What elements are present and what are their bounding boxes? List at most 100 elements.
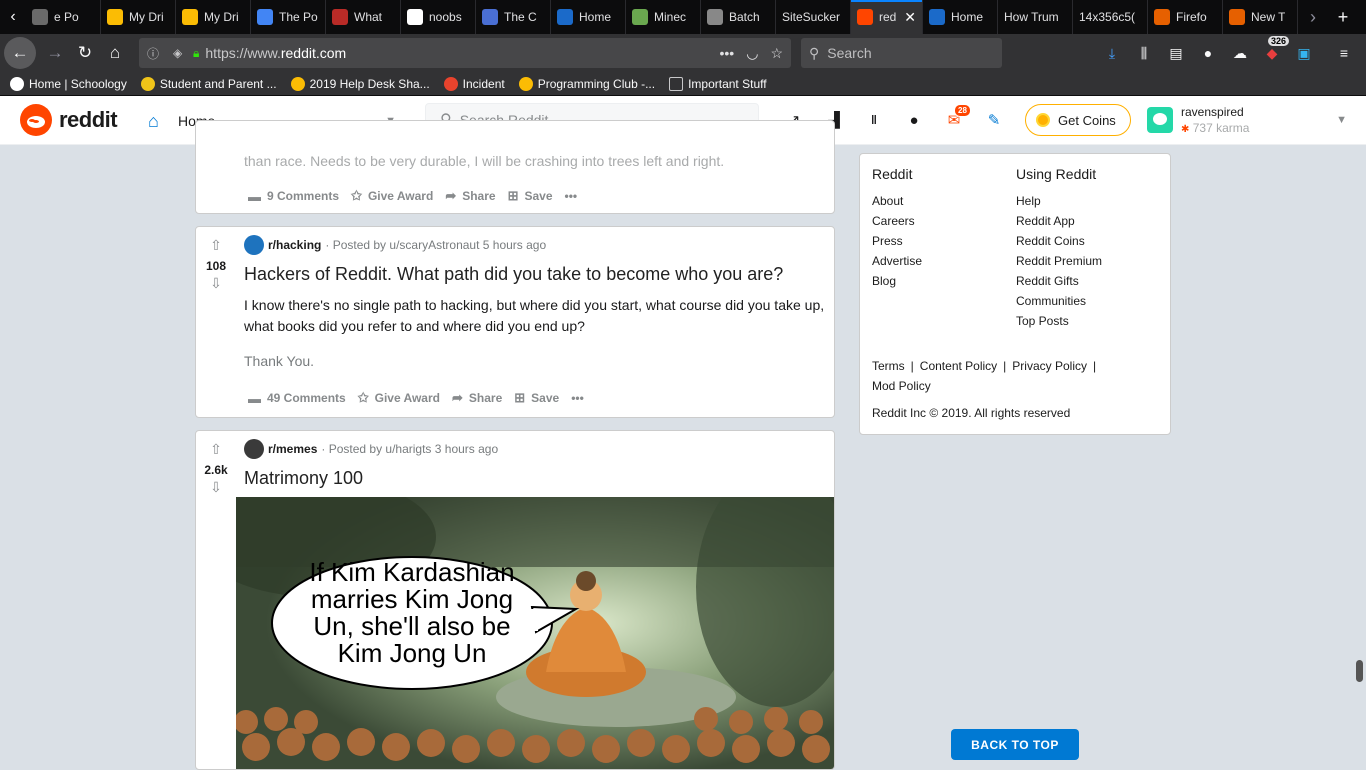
browser-tab[interactable]: Minec [626,0,701,34]
bookmark-item[interactable]: Student and Parent ... [140,76,277,91]
chat-icon[interactable]: ● [898,106,930,134]
meme-image[interactable]: If Kim Kardashian marries Kim Jong Un, s… [236,497,834,769]
downloads-icon[interactable]: ⤓ [1100,38,1124,68]
new-tab-icon[interactable]: + [1328,7,1358,28]
bookmark-item[interactable]: Programming Club -... [518,76,655,91]
back-to-top-button[interactable]: BACK TO TOP [951,729,1079,760]
footer-link[interactable]: Careers [872,211,1012,231]
more-options-icon[interactable]: ••• [561,184,582,208]
save-button[interactable]: ⊞ Save [504,184,557,208]
subreddit-icon[interactable] [244,439,264,459]
footer-link[interactable]: Advertise [872,251,1012,271]
post-card[interactable]: ⇧ 2.6k ⇩ r/memes · Posted by u/harigts 3… [195,430,835,770]
forward-icon[interactable]: → [40,38,70,68]
post-card[interactable]: than race. Needs to be very durable, I w… [195,120,835,214]
browser-tab[interactable]: noobs [401,0,476,34]
footer-link[interactable]: Communities [1016,291,1156,311]
footer-link[interactable]: Blog [872,271,1012,291]
ublock-icon[interactable]: ◆ 326 [1260,36,1290,68]
url-bar[interactable]: ⓘ ◈ 🔒︎ https://www. reddit.com ••• ◡ ☆ [139,38,791,68]
subreddit-icon[interactable] [244,235,264,255]
browser-tab[interactable]: New T [1223,0,1298,34]
footer-link[interactable]: Reddit Coins [1016,231,1156,251]
footer-link[interactable]: About [872,191,1012,211]
home-icon[interactable]: ⌂ [100,38,130,68]
share-button[interactable]: ➦ Share [441,184,499,208]
browser-tab[interactable]: What [326,0,401,34]
reload-icon[interactable]: ↻ [70,38,100,68]
page-actions-icon[interactable]: ••• [720,45,735,62]
bookmark-item[interactable]: Home | Schoology [10,76,127,91]
menu-icon[interactable]: ≡ [1332,38,1356,68]
browser-tab[interactable]: SiteSucker [776,0,851,34]
footer-link[interactable]: Top Posts [1016,311,1156,331]
create-post-icon[interactable]: ✎ [978,106,1010,134]
tab-list-icon[interactable]: ⌄ [1358,10,1366,24]
sidebar-icon[interactable]: ▤ [1164,38,1188,68]
subreddit-link[interactable]: r/memes [268,442,317,456]
back-icon[interactable]: ← [4,37,36,69]
pocket-icon[interactable]: ◡ [746,45,758,62]
coins-icon[interactable]: ǁ [858,106,890,134]
browser-tab[interactable]: Home [551,0,626,34]
downvote-icon[interactable]: ⇩ [210,275,222,295]
bookmark-item[interactable]: 2019 Help Desk Sha... [290,76,430,91]
post-title[interactable]: Hackers of Reddit. What path did you tak… [244,263,826,285]
browser-tab[interactable]: e Po [26,0,101,34]
save-button[interactable]: ⊞ Save [510,386,563,410]
browser-tab[interactable]: The Po [251,0,326,34]
browser-tab[interactable]: Firefo [1148,0,1223,34]
extension-icon[interactable]: ☁ [1228,38,1252,68]
browser-tab[interactable]: red ✕ [851,0,923,34]
give-award-button[interactable]: ✩ Give Award [347,184,437,208]
post-title[interactable]: Matrimony 100 [244,467,826,489]
upvote-icon[interactable]: ⇧ [210,237,222,257]
get-coins-button[interactable]: Get Coins [1025,104,1131,136]
browser-tab[interactable]: My Dri [101,0,176,34]
footer-link[interactable]: Reddit Gifts [1016,271,1156,291]
reddit-wordmark[interactable]: reddit [59,107,118,133]
share-button[interactable]: ➦ Share [448,386,506,410]
bookmark-star-icon[interactable]: ☆ [770,45,783,62]
footer-link[interactable]: Reddit Premium [1016,251,1156,271]
account-icon[interactable]: ● [1196,38,1220,68]
browser-search-bar[interactable]: ⚲ Search [801,38,1002,68]
browser-tab[interactable]: The C [476,0,551,34]
comments-button[interactable]: ▬ 9 Comments [244,184,343,208]
post-card[interactable]: ⇧ 108 ⇩ r/hacking · Posted by u/scaryAst… [195,226,835,418]
privacy-policy-link[interactable]: Privacy Policy [1012,359,1087,373]
reddit-logo-icon[interactable] [20,104,52,136]
info-icon[interactable]: ⓘ [147,45,165,62]
more-options-icon[interactable]: ••• [567,386,588,410]
browser-tab[interactable]: How Trum [998,0,1073,34]
tab-scroll-left-icon[interactable]: ‹ [0,0,26,34]
browser-tab[interactable]: Batch [701,0,776,34]
close-tab-icon[interactable]: ✕ [904,9,916,26]
user-menu[interactable]: ravenspired ✱ 737 karma ▼ [1147,102,1347,138]
comments-button[interactable]: ▬ 49 Comments [244,386,350,410]
mod-policy-link[interactable]: Mod Policy [872,379,931,393]
upvote-icon[interactable]: ⇧ [210,441,222,461]
content-policy-link[interactable]: Content Policy [920,359,997,373]
terms-link[interactable]: Terms [872,359,905,373]
tracking-shield-icon[interactable]: ◈ [173,46,191,60]
bookmark-item[interactable]: Incident [443,76,505,91]
tab-label: e Po [54,10,79,24]
footer-link[interactable]: Press [872,231,1012,251]
mail-icon[interactable]: ✉ 28 [938,104,971,134]
bookmark-item[interactable]: Important Stuff [669,76,767,91]
browser-tab[interactable]: Home [923,0,998,34]
footer-link[interactable]: Help [1016,191,1156,211]
give-award-button[interactable]: ✩ Give Award [354,386,444,410]
subreddit-link[interactable]: r/hacking [268,238,321,252]
browser-tab[interactable]: 14x356c5( [1073,0,1148,34]
downvote-icon[interactable]: ⇩ [210,479,222,499]
library-icon[interactable]: ⫼ [1132,38,1156,68]
footer-link[interactable]: Reddit App [1016,211,1156,231]
search-icon: ⚲ [809,44,820,61]
tab-scroll-right-icon[interactable]: › [1298,7,1328,28]
tab-label: What [354,10,383,24]
extension2-icon[interactable]: ▣ [1292,38,1316,68]
browser-tab[interactable]: My Dri [176,0,251,34]
scrollbar-thumb[interactable] [1356,660,1363,682]
